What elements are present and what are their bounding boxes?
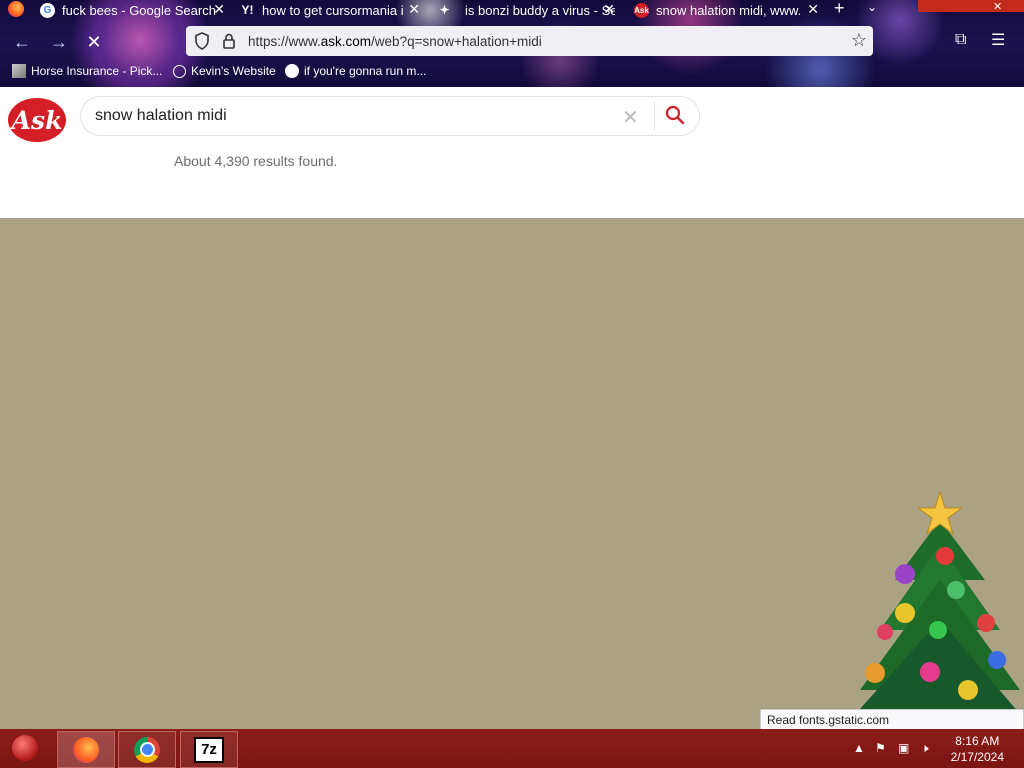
sparkle-icon: ✦ (439, 3, 450, 17)
firefox-menu-icon[interactable] (8, 1, 24, 17)
url-text[interactable]: https://www.ask.com/web?q=snow+halation+… (248, 34, 542, 49)
extensions-icon[interactable]: ⧉ (955, 31, 966, 49)
system-clock[interactable]: 8:16 AM 2/17/2024 (951, 733, 1004, 765)
soccer-ball-icon (285, 64, 299, 78)
yahoo-icon: Y! (241, 3, 254, 17)
bookmark-label: Horse Insurance - Pick... (31, 64, 163, 78)
navigation-bar: ← → ✕ https://www.ask.com/web?q=snow+hal… (0, 26, 1024, 58)
logo-text: Ask (11, 105, 63, 135)
ask-icon: Ask (634, 2, 649, 18)
clock-date: 2/17/2024 (950, 750, 1004, 764)
taskbar-7zip[interactable]: 7z (180, 731, 238, 768)
window-close-button[interactable] (918, 0, 1024, 12)
clear-icon[interactable]: ✕ (622, 105, 639, 130)
stop-loading-icon[interactable]: ✕ (84, 32, 104, 52)
list-tabs-icon[interactable]: ⌄ (867, 0, 877, 14)
volume-muted-icon[interactable]: 🕨 (921, 741, 929, 756)
menu-icon[interactable]: ☰ (991, 30, 1005, 50)
google-icon: G (40, 2, 55, 18)
browser-chrome: G fuck bees - Google Search ✕ Y! how to … (0, 0, 1024, 87)
lock-icon[interactable] (222, 33, 236, 49)
7zip-icon: 7z (194, 736, 224, 763)
new-tab-icon[interactable]: + (834, 0, 845, 19)
search-input[interactable]: snow halation midi (95, 107, 227, 125)
status-bar: Read fonts.gstatic.com (760, 709, 1024, 731)
close-icon[interactable]: ✕ (807, 1, 819, 18)
close-icon[interactable]: ✕ (603, 1, 615, 18)
start-button-ornament-icon[interactable] (12, 735, 38, 761)
tab-yahoo[interactable]: Y! how to get cursormania i ✕ (240, 0, 421, 20)
bookmark-star-icon[interactable]: ☆ (851, 30, 867, 51)
tab-label: fuck bees - Google Search (62, 2, 216, 18)
tab-label: how to get cursormania i (262, 2, 404, 18)
tab-label: is bonzi buddy a virus - Se (465, 2, 615, 18)
taskbar: 7z ▲ ⚑ ▣ 🕨 8:16 AM 2/17/2024 (0, 729, 1024, 768)
bookmark-horse-insurance[interactable]: Horse Insurance - Pick... (12, 64, 162, 78)
taskbar-firefox[interactable] (57, 731, 115, 768)
network-icon[interactable]: ▣ (898, 741, 909, 755)
tab-ask-active[interactable]: Ask snow halation midi, www. ✕ (634, 0, 819, 20)
close-icon[interactable]: ✕ (213, 1, 225, 18)
bookmark-label: if you're gonna run m... (304, 64, 427, 78)
bookmark-label: Kevin's Website (191, 64, 276, 78)
results-count: About 4,390 results found. (174, 153, 338, 169)
globe-icon (173, 64, 186, 78)
tab-google[interactable]: G fuck bees - Google Search ✕ (40, 0, 225, 20)
forward-icon[interactable]: → (49, 32, 69, 52)
tab-label: snow halation midi, www. (656, 2, 802, 18)
christmas-tree-decoration (850, 490, 1024, 720)
close-icon[interactable]: ✕ (408, 1, 420, 18)
clock-time: 8:16 AM (955, 734, 1000, 748)
tab-bonzi[interactable]: ✦ is bonzi buddy a virus - Se ✕ (437, 0, 615, 20)
chrome-icon (134, 736, 160, 763)
divider (654, 101, 655, 131)
action-center-flag-icon[interactable]: ⚑ (875, 741, 886, 755)
close-window-icon[interactable]: ✕ (993, 0, 1002, 13)
back-icon[interactable]: ← (12, 32, 32, 52)
search-box[interactable]: snow halation midi ✕ (80, 96, 700, 136)
bookmarks-toolbar: Horse Insurance - Pick... Kevin's Websit… (0, 62, 1024, 84)
search-icon[interactable] (665, 105, 685, 125)
address-bar[interactable]: https://www.ask.com/web?q=snow+halation+… (186, 26, 873, 56)
ask-logo[interactable]: Ask (8, 98, 66, 142)
show-hidden-icons-icon[interactable]: ▲ (853, 741, 865, 755)
shield-icon[interactable] (194, 32, 210, 50)
bookmark-kevins-website[interactable]: Kevin's Website (173, 64, 276, 78)
horse-icon (12, 64, 26, 78)
taskbar-chrome[interactable] (118, 731, 176, 768)
firefox-icon (73, 736, 99, 763)
bookmark-gonna-run[interactable]: if you're gonna run m... (285, 64, 426, 78)
